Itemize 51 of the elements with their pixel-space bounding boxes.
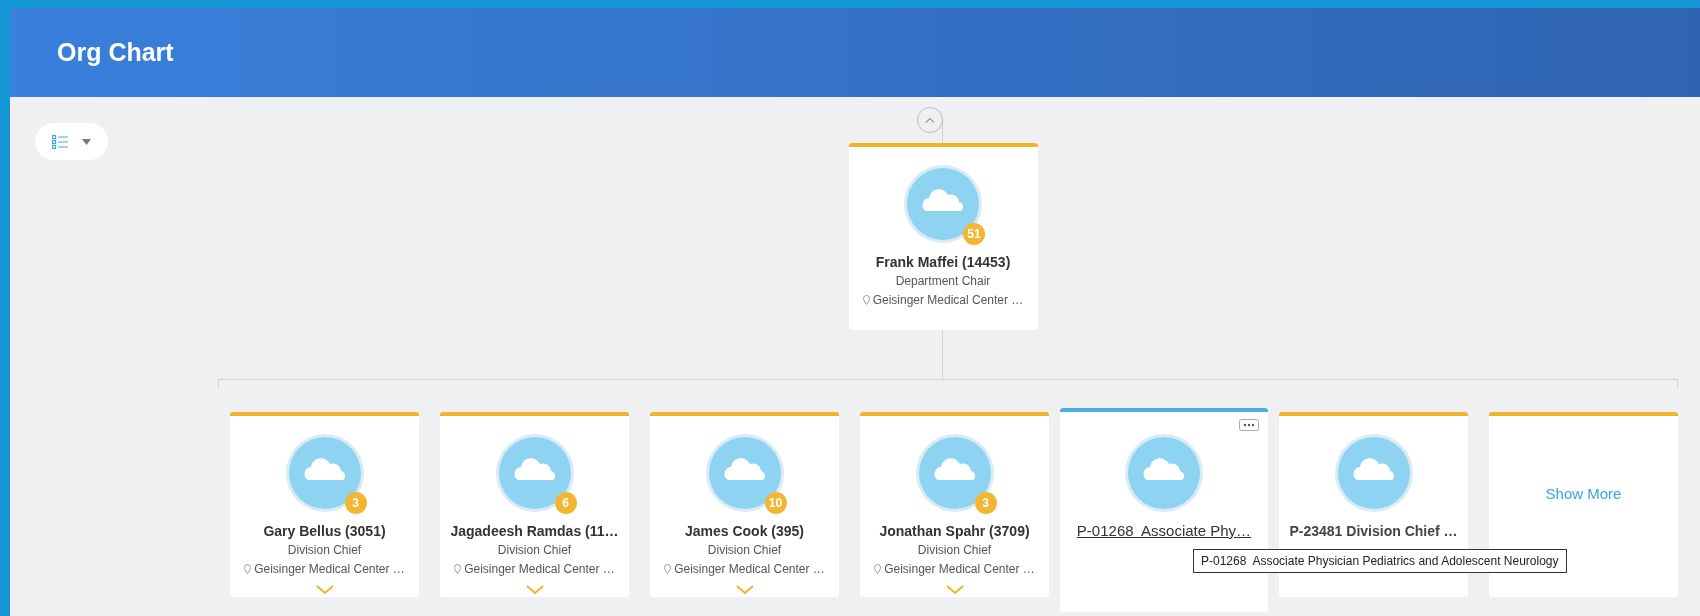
location-pin-icon <box>862 295 870 305</box>
job-title: Division Chief <box>707 542 782 559</box>
page-title: Org Chart <box>57 38 174 67</box>
avatar-icon <box>494 433 575 513</box>
avatar-icon <box>1124 433 1204 513</box>
org-card[interactable]: 3 Gary Bellus (3051) Division Chief Geisinger Medical Center … <box>230 412 419 597</box>
view-switcher[interactable] <box>35 123 108 160</box>
card-name: P-23481 Division Chief … <box>1289 522 1458 540</box>
tooltip: P-01268 Associate Physician Pediatrics and Adolescent Neurology <box>1193 549 1567 573</box>
avatar-icon <box>704 433 785 513</box>
report-count-badge: 3 <box>974 492 997 514</box>
location-text: Geisinger Medical Center … <box>674 561 825 578</box>
expand-chevron-icon[interactable] <box>525 585 544 595</box>
manager-card[interactable]: 51 Frank Maffei (14453) Department Chair Geisinger Medical Center … <box>848 143 1038 330</box>
card-name: Jagadeesh Ramdas (11… <box>450 522 619 540</box>
card-name: Jonathan Spahr (3709) <box>879 522 1030 540</box>
person-name: Frank Maffei (14453) <box>875 253 1011 271</box>
more-options-icon[interactable] <box>1239 419 1259 431</box>
job-title: Division Chief <box>497 542 572 559</box>
job-title: Department Chair <box>895 273 991 290</box>
org-card[interactable]: 3 Jonathan Spahr (3709) Division Chief Geisinger Medical Center … <box>860 412 1049 597</box>
location-pin-icon <box>454 564 462 574</box>
location-text: Geisinger Medical Center … <box>884 561 1035 578</box>
location-text: Geisinger Medical Center … <box>254 561 405 578</box>
location-text: Geisinger Medical Center … <box>872 292 1024 309</box>
card-name: Gary Bellus (3051) <box>263 522 386 540</box>
location-pin-icon <box>874 564 882 574</box>
org-card[interactable]: 10 James Cook (395) Division Chief Geisinger Medical Center … <box>650 412 839 597</box>
up-chevron-icon <box>925 117 935 123</box>
avatar-icon <box>903 164 983 244</box>
report-count-badge: 3 <box>344 492 367 514</box>
list-icon <box>52 134 68 149</box>
location-pin-icon <box>664 564 672 574</box>
job-title: Division Chief <box>917 542 992 559</box>
org-card[interactable]: 6 Jagadeesh Ramdas (11… Division Chief Geisinger Medical Center … <box>440 412 629 597</box>
location-text: Geisinger Medical Center … <box>464 561 615 578</box>
expand-chevron-icon[interactable] <box>735 585 754 595</box>
dropdown-caret-icon <box>82 138 91 145</box>
report-count-badge: 51 <box>963 223 985 245</box>
report-count-badge: 10 <box>764 492 787 514</box>
location-pin-icon <box>244 564 252 574</box>
report-count-badge: 6 <box>554 492 577 514</box>
card-name: P-01268 Associate Phy… <box>1076 522 1252 540</box>
avatar-icon <box>284 433 365 513</box>
expand-chevron-icon[interactable] <box>315 585 334 595</box>
card-name: James Cook (395) <box>684 522 805 540</box>
collapse-up-button[interactable] <box>917 107 943 133</box>
avatar-icon <box>914 433 995 513</box>
avatar-icon <box>1333 433 1414 513</box>
expand-chevron-icon[interactable] <box>945 585 964 595</box>
job-title: Division Chief <box>287 542 362 559</box>
